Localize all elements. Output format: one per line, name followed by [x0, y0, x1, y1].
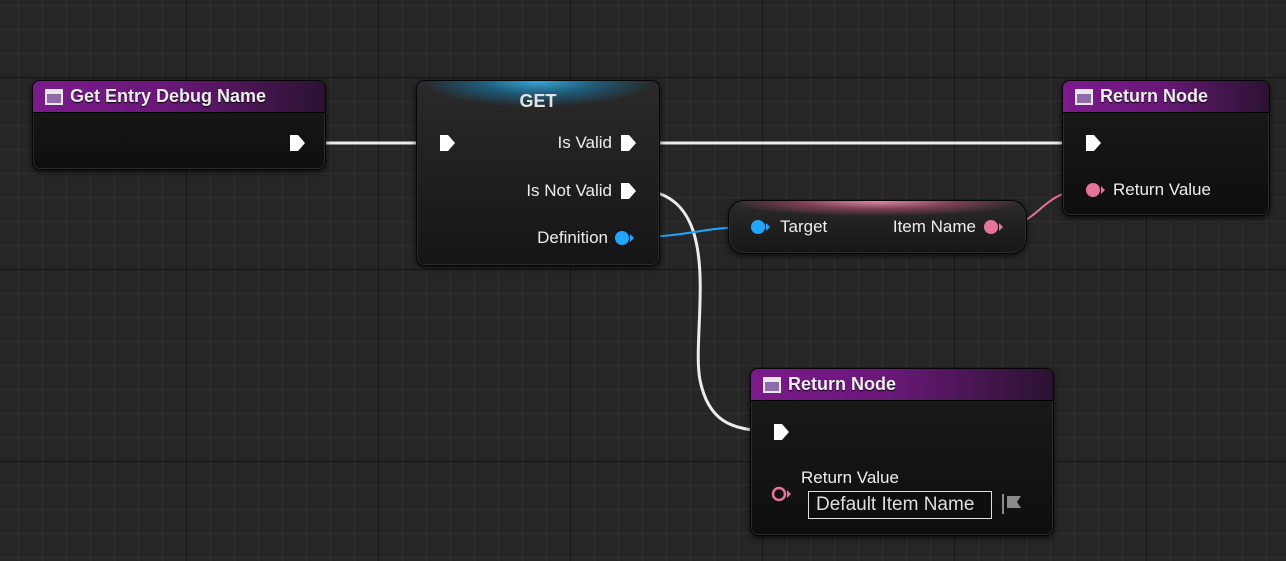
return-not-valid-exec-in-pin[interactable] [772, 423, 790, 441]
return-node-not-valid[interactable]: Return Node Return Value Default Item Na… [750, 368, 1054, 536]
blueprint-graph-canvas[interactable]: Get Entry Debug Name GET Is Valid Is Not… [0, 0, 1286, 561]
pure-node-highlight [729, 201, 1026, 219]
is-valid-label: Is Valid [557, 133, 613, 152]
target-label: Target [780, 217, 828, 236]
definition-data-pin[interactable] [613, 229, 635, 247]
return-valid-exec-in-pin[interactable] [1084, 134, 1102, 152]
is-not-valid-exec-pin[interactable] [619, 182, 637, 200]
return-node-valid-header[interactable]: Return Node [1063, 81, 1269, 113]
item-name-getter-node[interactable]: Target Item Name [728, 200, 1027, 254]
return-valid-value-label: Return Value [1113, 180, 1211, 199]
get-exec-in-pin[interactable] [438, 134, 456, 152]
entry-node-title: Get Entry Debug Name [70, 86, 267, 106]
definition-label: Definition [537, 228, 608, 247]
get-node-title: GET [519, 91, 557, 111]
target-data-pin[interactable] [749, 218, 771, 236]
flag-icon[interactable] [1001, 493, 1023, 515]
return-valid-value-pin[interactable] [1084, 181, 1106, 199]
return-node-valid-title: Return Node [1100, 86, 1208, 106]
item-name-label: Item Name [892, 217, 976, 236]
entry-exec-out-pin[interactable] [288, 134, 306, 152]
get-node[interactable]: GET Is Valid Is Not Valid Definition [416, 80, 660, 266]
function-icon [763, 376, 781, 393]
return-node-not-valid-title: Return Node [788, 374, 896, 394]
entry-node-header[interactable]: Get Entry Debug Name [33, 81, 325, 113]
return-node-valid[interactable]: Return Node Return Value [1062, 80, 1270, 216]
is-valid-exec-pin[interactable] [619, 134, 637, 152]
get-node-header[interactable]: GET [417, 81, 659, 117]
function-icon [1075, 88, 1093, 105]
function-icon [45, 88, 63, 105]
return-node-not-valid-header[interactable]: Return Node [751, 369, 1053, 401]
is-not-valid-label: Is Not Valid [526, 181, 612, 200]
entry-node[interactable]: Get Entry Debug Name [32, 80, 326, 170]
item-name-data-pin[interactable] [982, 218, 1004, 236]
return-not-valid-value-label: Return Value [801, 468, 899, 487]
return-not-valid-value-pin[interactable] [770, 485, 792, 503]
default-item-name-input[interactable]: Default Item Name [808, 491, 992, 519]
